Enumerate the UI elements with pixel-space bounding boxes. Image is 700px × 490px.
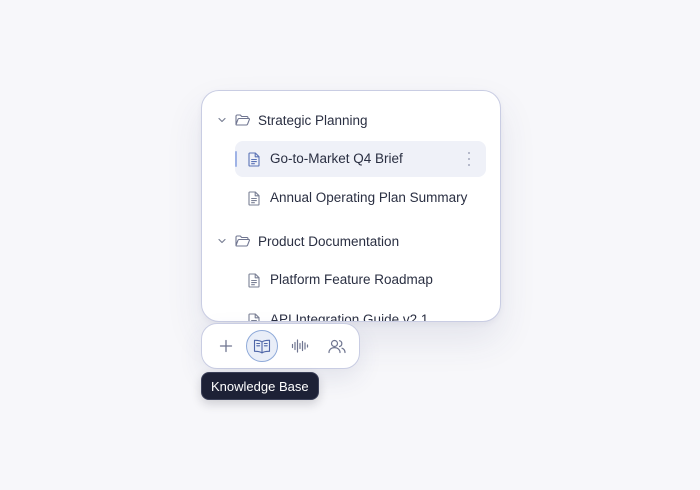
document-icon xyxy=(248,191,260,206)
document-label: Go-to-Market Q4 Brief xyxy=(270,151,403,166)
document-row-api-integration-guide[interactable]: API Integration Guide v2.1 xyxy=(235,302,486,322)
audio-button[interactable] xyxy=(284,330,316,362)
document-icon xyxy=(248,152,260,167)
bottom-toolbar xyxy=(201,323,360,369)
document-tree-panel: Strategic Planning Go-to-Market Q4 Brief… xyxy=(201,90,501,322)
folder-label: Product Documentation xyxy=(258,233,400,249)
document-row-annual-operating-plan[interactable]: Annual Operating Plan Summary xyxy=(235,180,486,216)
document-row-go-to-market[interactable]: Go-to-Market Q4 Brief xyxy=(235,141,486,177)
plus-icon xyxy=(219,339,233,353)
tooltip: Knowledge Base xyxy=(201,372,319,400)
add-button[interactable] xyxy=(210,330,242,362)
folder-row-product-documentation[interactable]: Product Documentation xyxy=(216,226,486,256)
team-button[interactable] xyxy=(321,330,353,362)
tooltip-label: Knowledge Base xyxy=(211,378,309,394)
selection-indicator xyxy=(235,151,237,167)
folder-open-icon xyxy=(235,234,251,248)
folder-row-strategic-planning[interactable]: Strategic Planning xyxy=(216,105,486,135)
document-label: Platform Feature Roadmap xyxy=(270,272,433,287)
chevron-down-icon[interactable] xyxy=(216,114,228,126)
knowledge-base-button[interactable] xyxy=(246,330,278,362)
open-book-icon xyxy=(253,339,271,354)
chevron-down-icon[interactable] xyxy=(216,235,228,247)
document-label: Annual Operating Plan Summary xyxy=(270,190,468,205)
document-icon xyxy=(248,313,260,321)
document-icon xyxy=(248,273,260,288)
users-icon xyxy=(328,339,346,354)
audio-waveform-icon xyxy=(291,339,309,353)
more-options-icon[interactable] xyxy=(466,152,472,166)
folder-open-icon xyxy=(235,113,251,127)
document-row-platform-feature-roadmap[interactable]: Platform Feature Roadmap xyxy=(235,262,486,298)
folder-label: Strategic Planning xyxy=(258,112,368,128)
document-label: API Integration Guide v2.1 xyxy=(270,312,429,322)
